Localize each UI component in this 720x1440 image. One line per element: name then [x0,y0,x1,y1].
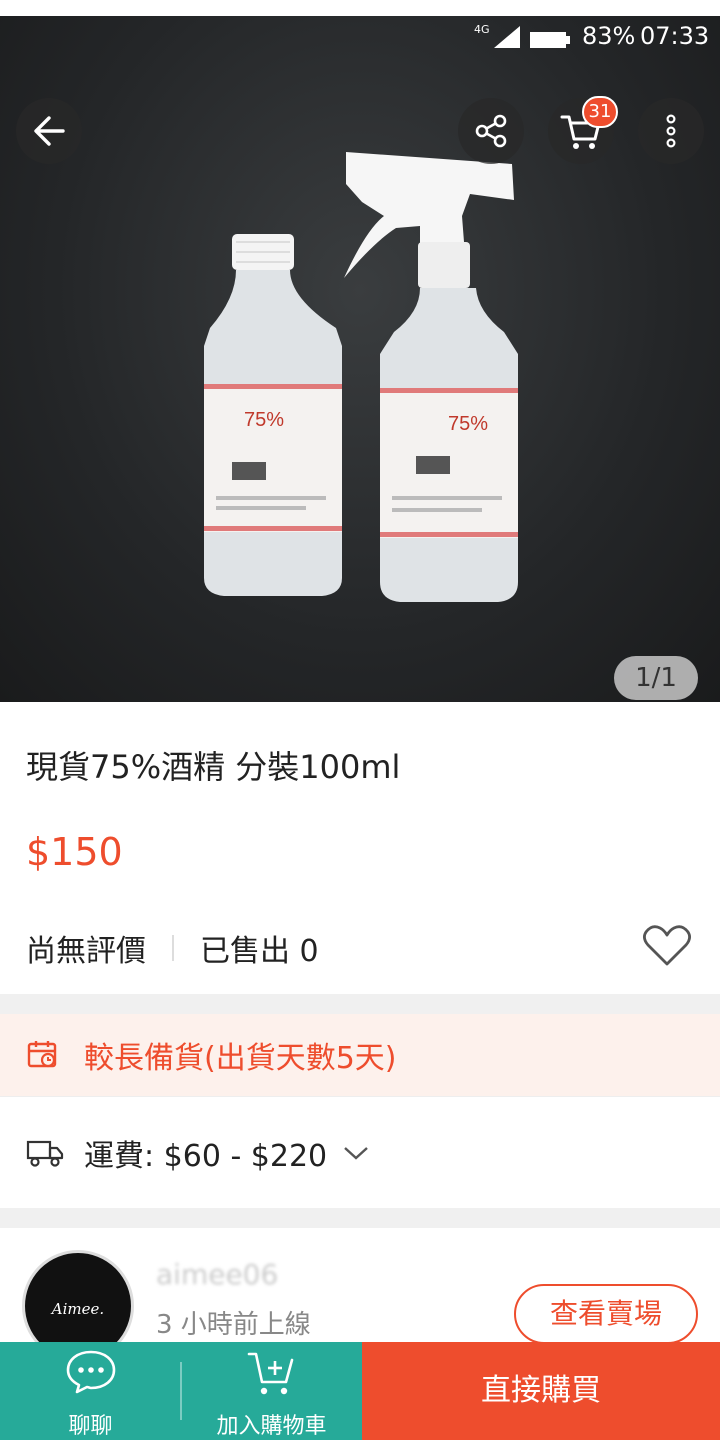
clock: 07:33 [640,22,710,50]
chat-bubble-icon [66,1350,115,1394]
status-bar: 4G 83% 07:33 [0,16,720,62]
shop-section: Aimee. aimee06 3 小時前上線 查看賣場 [0,1228,720,1362]
more-vertical-icon [666,114,676,148]
shop-name[interactable]: aimee06 [156,1258,278,1291]
stats-divider [172,935,174,961]
view-shop-button[interactable]: 查看賣場 [514,1284,698,1344]
image-counter: 1/1 [614,656,698,700]
add-to-cart-icon [247,1352,293,1395]
shipping-fee-text: 運費: $60 - $220 [84,1138,328,1174]
cart-count-badge: 31 [582,96,618,128]
top-strip [0,0,720,16]
network-type: 4G [474,23,490,36]
battery-icon [530,28,570,48]
bottle-right: 75% [344,152,518,602]
bottle-left: 75% [204,234,342,596]
buy-now-button[interactable]: 直接購買 [362,1342,720,1440]
share-button[interactable] [458,98,524,164]
add-to-cart-label: 加入購物車 [216,1414,327,1439]
preorder-notice: 較長備貨(出貨天數5天) [0,1014,720,1096]
add-to-cart-button[interactable]: 加入購物車 [181,1342,362,1440]
bottom-left-group: 聊聊 加入購物車 [0,1342,362,1440]
signal-icon [494,26,520,48]
back-button[interactable] [16,98,82,164]
heart-icon [643,925,691,966]
bottom-action-bar: 聊聊 加入購物車 直接購買 [0,1342,720,1440]
shipping-fee-row[interactable]: 運費: $60 - $220 [0,1096,720,1208]
product-title: 現貨75%酒精 分裝100ml [26,748,401,786]
calendar-clock-icon [27,1041,57,1068]
rating-text: 尚無評價 [26,934,146,969]
chevron-down-icon [344,1146,368,1160]
shop-online-status: 3 小時前上線 [156,1310,311,1340]
arrow-left-icon [34,116,65,146]
bottle-right-label: 75% [448,413,488,435]
product-price: $150 [26,830,123,874]
truck-icon [26,1140,64,1167]
product-stats: 尚無評價 已售出 0 [26,926,319,970]
like-button[interactable] [642,924,692,972]
chat-label: 聊聊 [68,1414,113,1439]
section-gap [0,1208,720,1228]
section-gap [0,994,720,1014]
battery-percent: 83% [582,22,636,50]
share-icon [475,114,507,148]
sold-count: 已售出 0 [200,934,319,969]
bottle-left-label: 75% [244,409,284,431]
preorder-text: 較長備貨(出貨天數5天) [84,1041,397,1076]
chat-button[interactable]: 聊聊 [0,1342,181,1440]
more-options-button[interactable] [638,98,704,164]
